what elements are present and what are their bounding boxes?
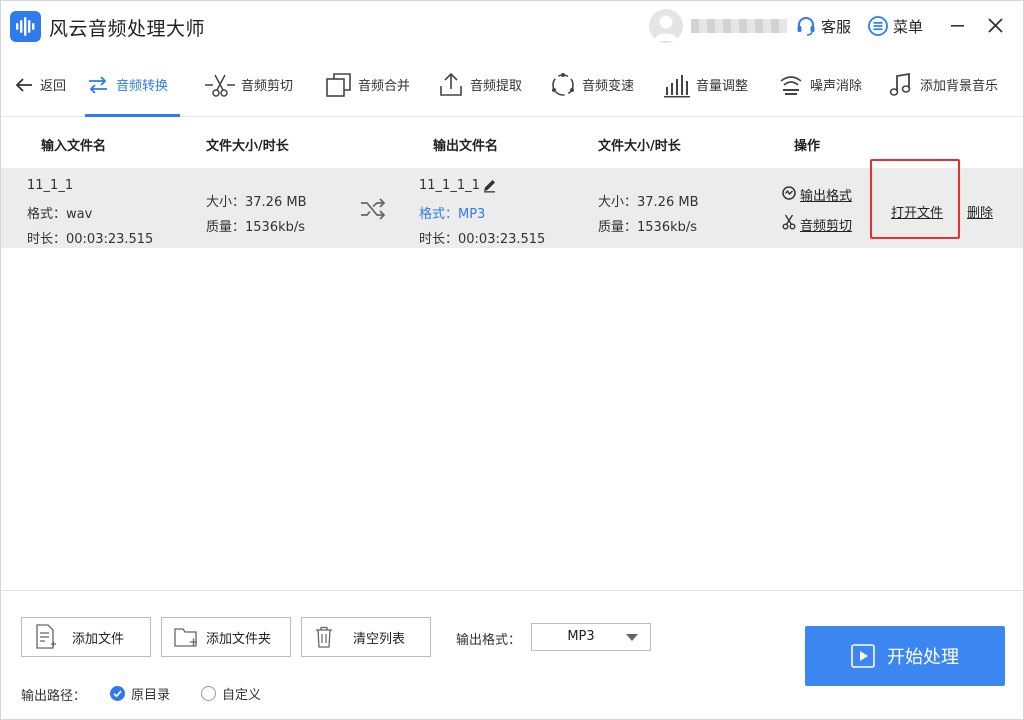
tab-audio-speed[interactable]: 音频变速: [549, 53, 634, 116]
tab-audio-convert[interactable]: 音频转换: [85, 53, 181, 117]
output-format: 格式：MP3: [419, 207, 486, 222]
music-note-icon: [889, 72, 911, 96]
menu-label: 菜单: [893, 17, 924, 36]
output-format-select[interactable]: MP3: [531, 623, 651, 651]
tab-label: 音频变速: [582, 79, 635, 94]
trash-icon: [316, 626, 332, 648]
input-duration: 时长：00:03:23.515: [27, 232, 154, 247]
clear-list-button[interactable]: 清空列表: [301, 617, 431, 657]
tab-label: 音频合并: [358, 79, 411, 94]
tab-audio-cut[interactable]: 音频剪切: [204, 53, 293, 116]
noise-wave-icon: [780, 75, 802, 95]
edit-pencil-icon[interactable]: [482, 178, 497, 193]
avatar[interactable]: [649, 9, 683, 43]
input-file-name: 11_1_1: [27, 178, 74, 193]
open-file-link[interactable]: 打开文件: [891, 202, 943, 221]
output-format-link[interactable]: 输出格式: [800, 185, 852, 204]
tab-label: 音频提取: [470, 79, 523, 94]
clear-list-label: 清空列表: [353, 631, 406, 647]
tab-volume-adjust[interactable]: 音量调整: [663, 53, 748, 116]
caret-down-icon: [626, 634, 638, 641]
app-logo-icon: [10, 11, 41, 42]
col-output-name: 输出文件名: [433, 139, 499, 154]
add-file-button[interactable]: 添加文件: [21, 617, 151, 657]
toolbar: 返回 音频转换 音频剪切 音频合并 音频提取 音频变速 音量调整 噪声消除 添加…: [1, 53, 1023, 117]
speed-circle-icon: [552, 72, 574, 96]
app-window: 风云音频处理大师 客服 菜单 返回 音频转换 音频剪切 音频合并 音频提取 音频…: [0, 0, 1024, 720]
customer-service-label: 客服: [821, 17, 852, 36]
tab-audio-extract[interactable]: 音频提取: [437, 53, 522, 116]
output-format-value: MP3: [567, 629, 595, 644]
tab-audio-merge[interactable]: 音频合并: [325, 53, 410, 116]
input-format: 格式：wav: [27, 207, 93, 222]
start-process-button[interactable]: 开始处理: [805, 626, 1005, 686]
tab-label: 噪声消除: [810, 79, 863, 94]
output-duration: 时长：00:03:23.515: [419, 232, 546, 247]
radio-checked-icon: [110, 686, 125, 701]
radio-label: 自定义: [222, 688, 262, 703]
add-file-label: 添加文件: [72, 631, 125, 647]
scissors-icon: [205, 74, 235, 97]
arrow-left-icon: [15, 77, 32, 92]
tab-noise-removal[interactable]: 噪声消除: [777, 53, 862, 116]
col-input-size: 文件大小/时长: [206, 139, 289, 154]
play-icon: [851, 644, 875, 668]
input-quality: 质量：1536kb/s: [206, 220, 306, 235]
bottom-divider: [1, 590, 1023, 591]
output-format-label: 输出格式：: [456, 633, 522, 648]
format-settings-icon: [782, 186, 796, 200]
username-blurred: [691, 19, 787, 33]
headset-icon: [797, 17, 815, 36]
upload-tray-icon: [440, 72, 462, 96]
shuffle-icon: [361, 198, 386, 220]
add-folder-label: 添加文件夹: [206, 631, 272, 647]
back-button[interactable]: 返回: [13, 53, 66, 116]
volume-bars-icon: [664, 74, 690, 97]
input-size: 大小：37.26 MB: [206, 195, 307, 210]
output-file-name: 11_1_1_1: [419, 178, 480, 193]
menu-icon: [868, 16, 888, 36]
back-label: 返回: [40, 79, 67, 94]
tab-add-bgm[interactable]: 添加背景音乐: [887, 53, 998, 116]
close-button[interactable]: [983, 13, 1009, 39]
app-title: 风云音频处理大师: [49, 18, 206, 40]
tab-label: 音频剪切: [241, 79, 294, 94]
delete-link[interactable]: 删除: [967, 202, 993, 221]
tab-label: 添加背景音乐: [920, 79, 999, 94]
col-input-name: 输入文件名: [41, 139, 107, 154]
title-bar: 风云音频处理大师 客服 菜单: [1, 1, 1023, 53]
table-row[interactable]: 11_1_1 格式：wav 时长：00:03:23.515 大小：37.26 M…: [1, 168, 1023, 248]
add-file-icon: [36, 624, 56, 649]
radio-custom-dir[interactable]: 自定义: [201, 684, 261, 703]
radio-unchecked-icon: [201, 686, 216, 701]
add-folder-icon: [174, 628, 197, 647]
add-folder-button[interactable]: 添加文件夹: [161, 617, 291, 657]
output-quality: 质量：1536kb/s: [598, 220, 698, 235]
convert-arrows-icon: [89, 75, 107, 94]
tab-label: 音量调整: [696, 79, 749, 94]
customer-service-button[interactable]: 客服: [795, 14, 851, 38]
col-output-size: 文件大小/时长: [598, 139, 681, 154]
minimize-button[interactable]: [945, 13, 971, 39]
merge-squares-icon: [326, 72, 351, 97]
minimize-icon: [951, 25, 964, 27]
close-icon: [988, 18, 1003, 33]
radio-original-dir[interactable]: 原目录: [110, 684, 170, 703]
col-operations: 操作: [794, 139, 821, 154]
radio-label: 原目录: [131, 688, 171, 703]
output-path-label: 输出路径：: [21, 689, 87, 704]
start-process-label: 开始处理: [887, 647, 959, 668]
menu-button[interactable]: 菜单: [867, 14, 923, 38]
scissors-icon: [782, 214, 796, 230]
audio-cut-link[interactable]: 音频剪切: [800, 215, 852, 234]
table-header: 输入文件名 文件大小/时长 输出文件名 文件大小/时长 操作: [1, 117, 1023, 168]
tab-label: 音频转换: [116, 79, 169, 94]
output-size: 大小：37.26 MB: [598, 195, 699, 210]
